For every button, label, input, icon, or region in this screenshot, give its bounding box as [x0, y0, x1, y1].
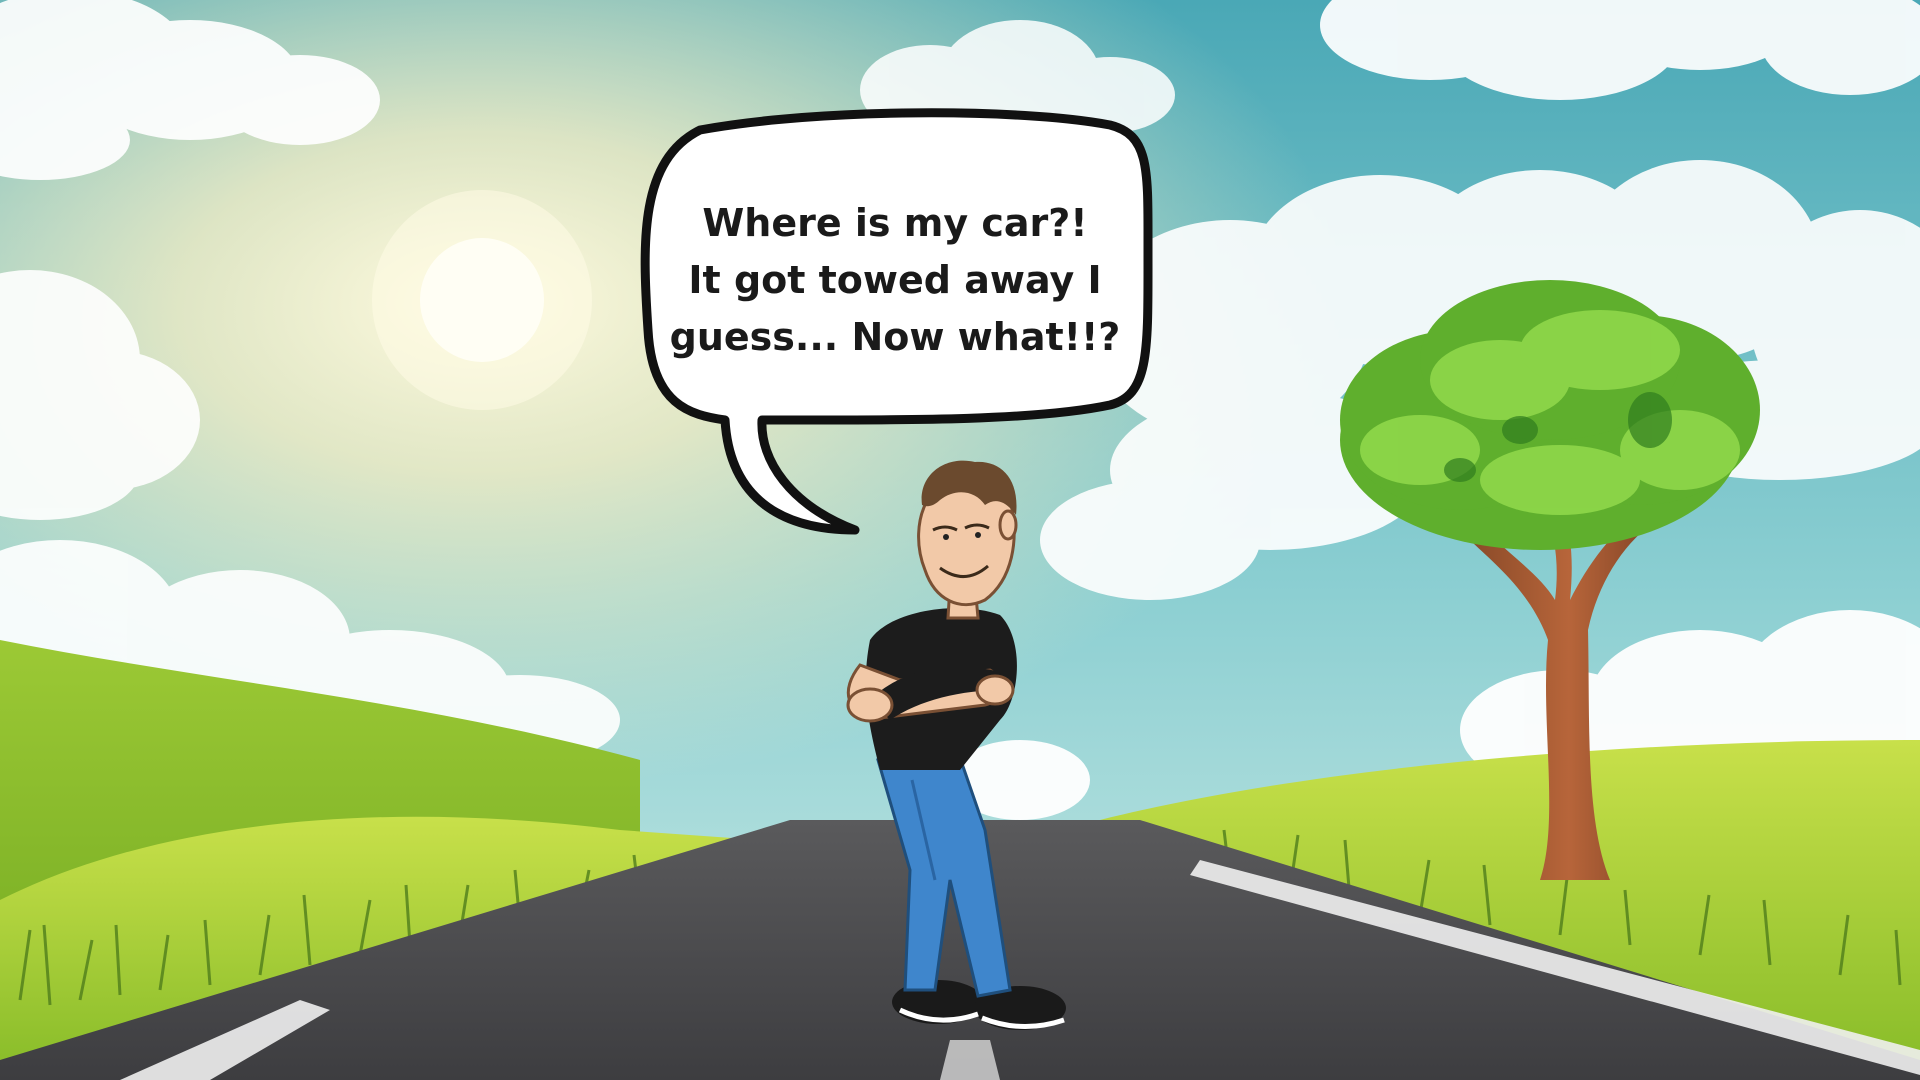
speech-bubble-text: Where is my car?! It got towed away I gu… [650, 180, 1140, 380]
scene-illustration [0, 0, 1920, 1080]
cartoon-scene: Where is my car?! It got towed away I gu… [0, 0, 1920, 1080]
road-center-mark [940, 1040, 1000, 1080]
speech-line-2: It got towed away I [688, 257, 1102, 302]
speech-line-1: Where is my car?! [702, 200, 1088, 245]
sun-icon [372, 190, 592, 410]
speech-line-3: guess... Now what!!? [669, 314, 1121, 359]
